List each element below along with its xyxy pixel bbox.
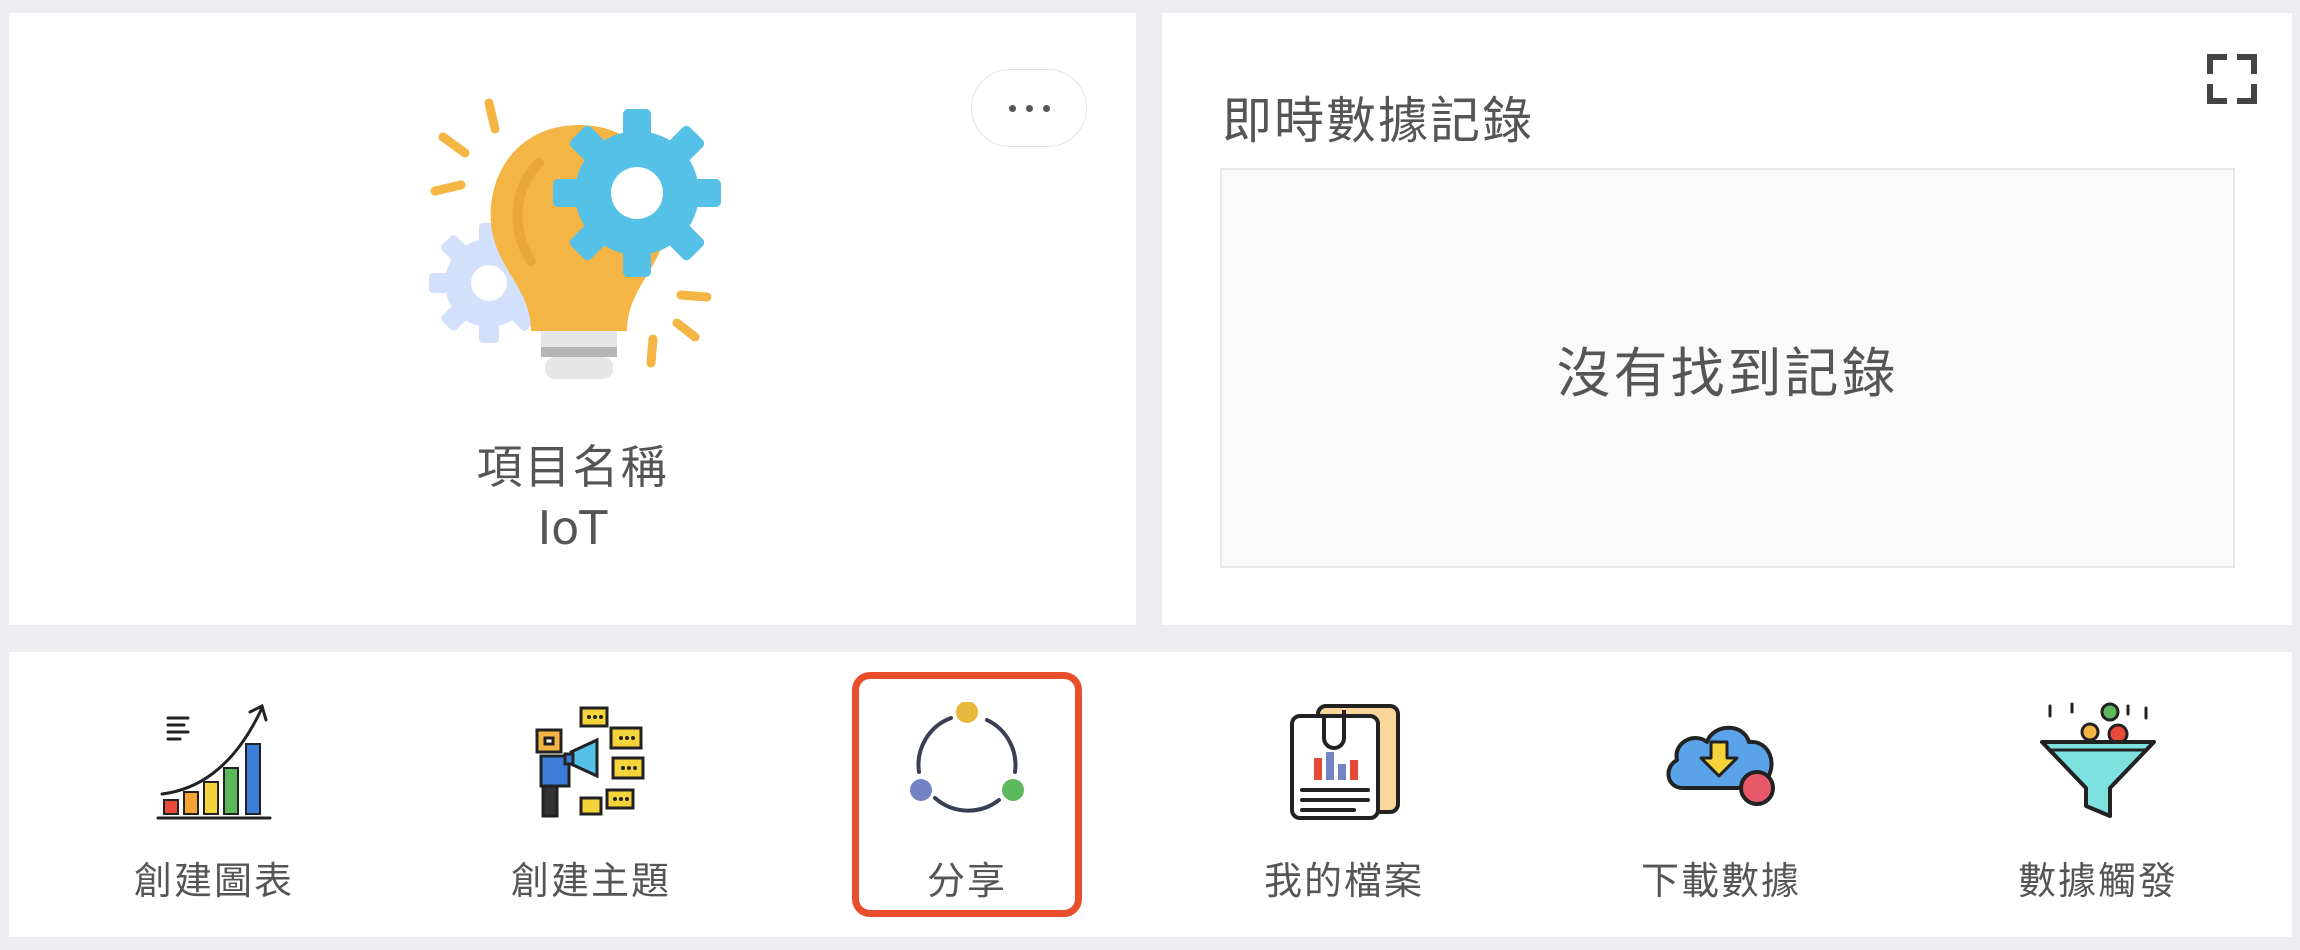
data-trigger-button[interactable]: 數據觸發 — [1983, 672, 2213, 917]
more-horizontal-icon — [1008, 104, 1016, 112]
share-label: 分享 — [926, 859, 1007, 903]
download-data-label: 下載數據 — [1640, 859, 1801, 903]
funnel-trigger-icon — [2040, 702, 2156, 818]
project-name-value: IoT — [537, 501, 608, 555]
more-dot — [1042, 104, 1050, 112]
share-button[interactable]: 分享 — [852, 672, 1082, 917]
project-name-label: 項目名稱 — [476, 440, 669, 494]
fullscreen-expand-icon[interactable] — [2206, 53, 2258, 105]
broadcast-topic-icon — [535, 706, 645, 818]
my-files-label: 我的檔案 — [1263, 859, 1424, 903]
records-empty-text: 沒有找到記錄 — [1556, 341, 1899, 405]
create-chart-label: 創建圖表 — [133, 859, 294, 903]
lightbulb-gears-icon — [429, 98, 721, 379]
cloud-download-icon — [1666, 725, 1775, 806]
records-table-empty: 沒有找到記錄 — [1220, 168, 2235, 568]
share-cycle-icon — [910, 702, 1024, 813]
records-title: 即時數據記錄 — [1222, 92, 1534, 150]
create-topic-button[interactable]: 創建主題 — [476, 672, 706, 917]
realtime-records-card: 即時數據記錄 沒有找到記錄 — [1162, 13, 2292, 625]
document-report-icon — [1290, 704, 1400, 820]
create-chart-button[interactable]: 創建圖表 — [99, 672, 329, 917]
data-trigger-label: 數據觸發 — [2017, 859, 2178, 903]
my-files-button[interactable]: 我的檔案 — [1229, 672, 1459, 917]
more-options-button[interactable] — [971, 69, 1087, 147]
actions-bar: 創建圖表 創建主題 分享 我的檔案 下載數據 數據觸發 — [9, 652, 2292, 937]
download-data-button[interactable]: 下載數據 — [1606, 672, 1836, 917]
create-topic-label: 創建主題 — [510, 859, 671, 903]
growth-chart-icon — [156, 703, 272, 820]
more-dot — [1025, 104, 1033, 112]
project-card: 項目名稱 IoT — [9, 13, 1136, 625]
